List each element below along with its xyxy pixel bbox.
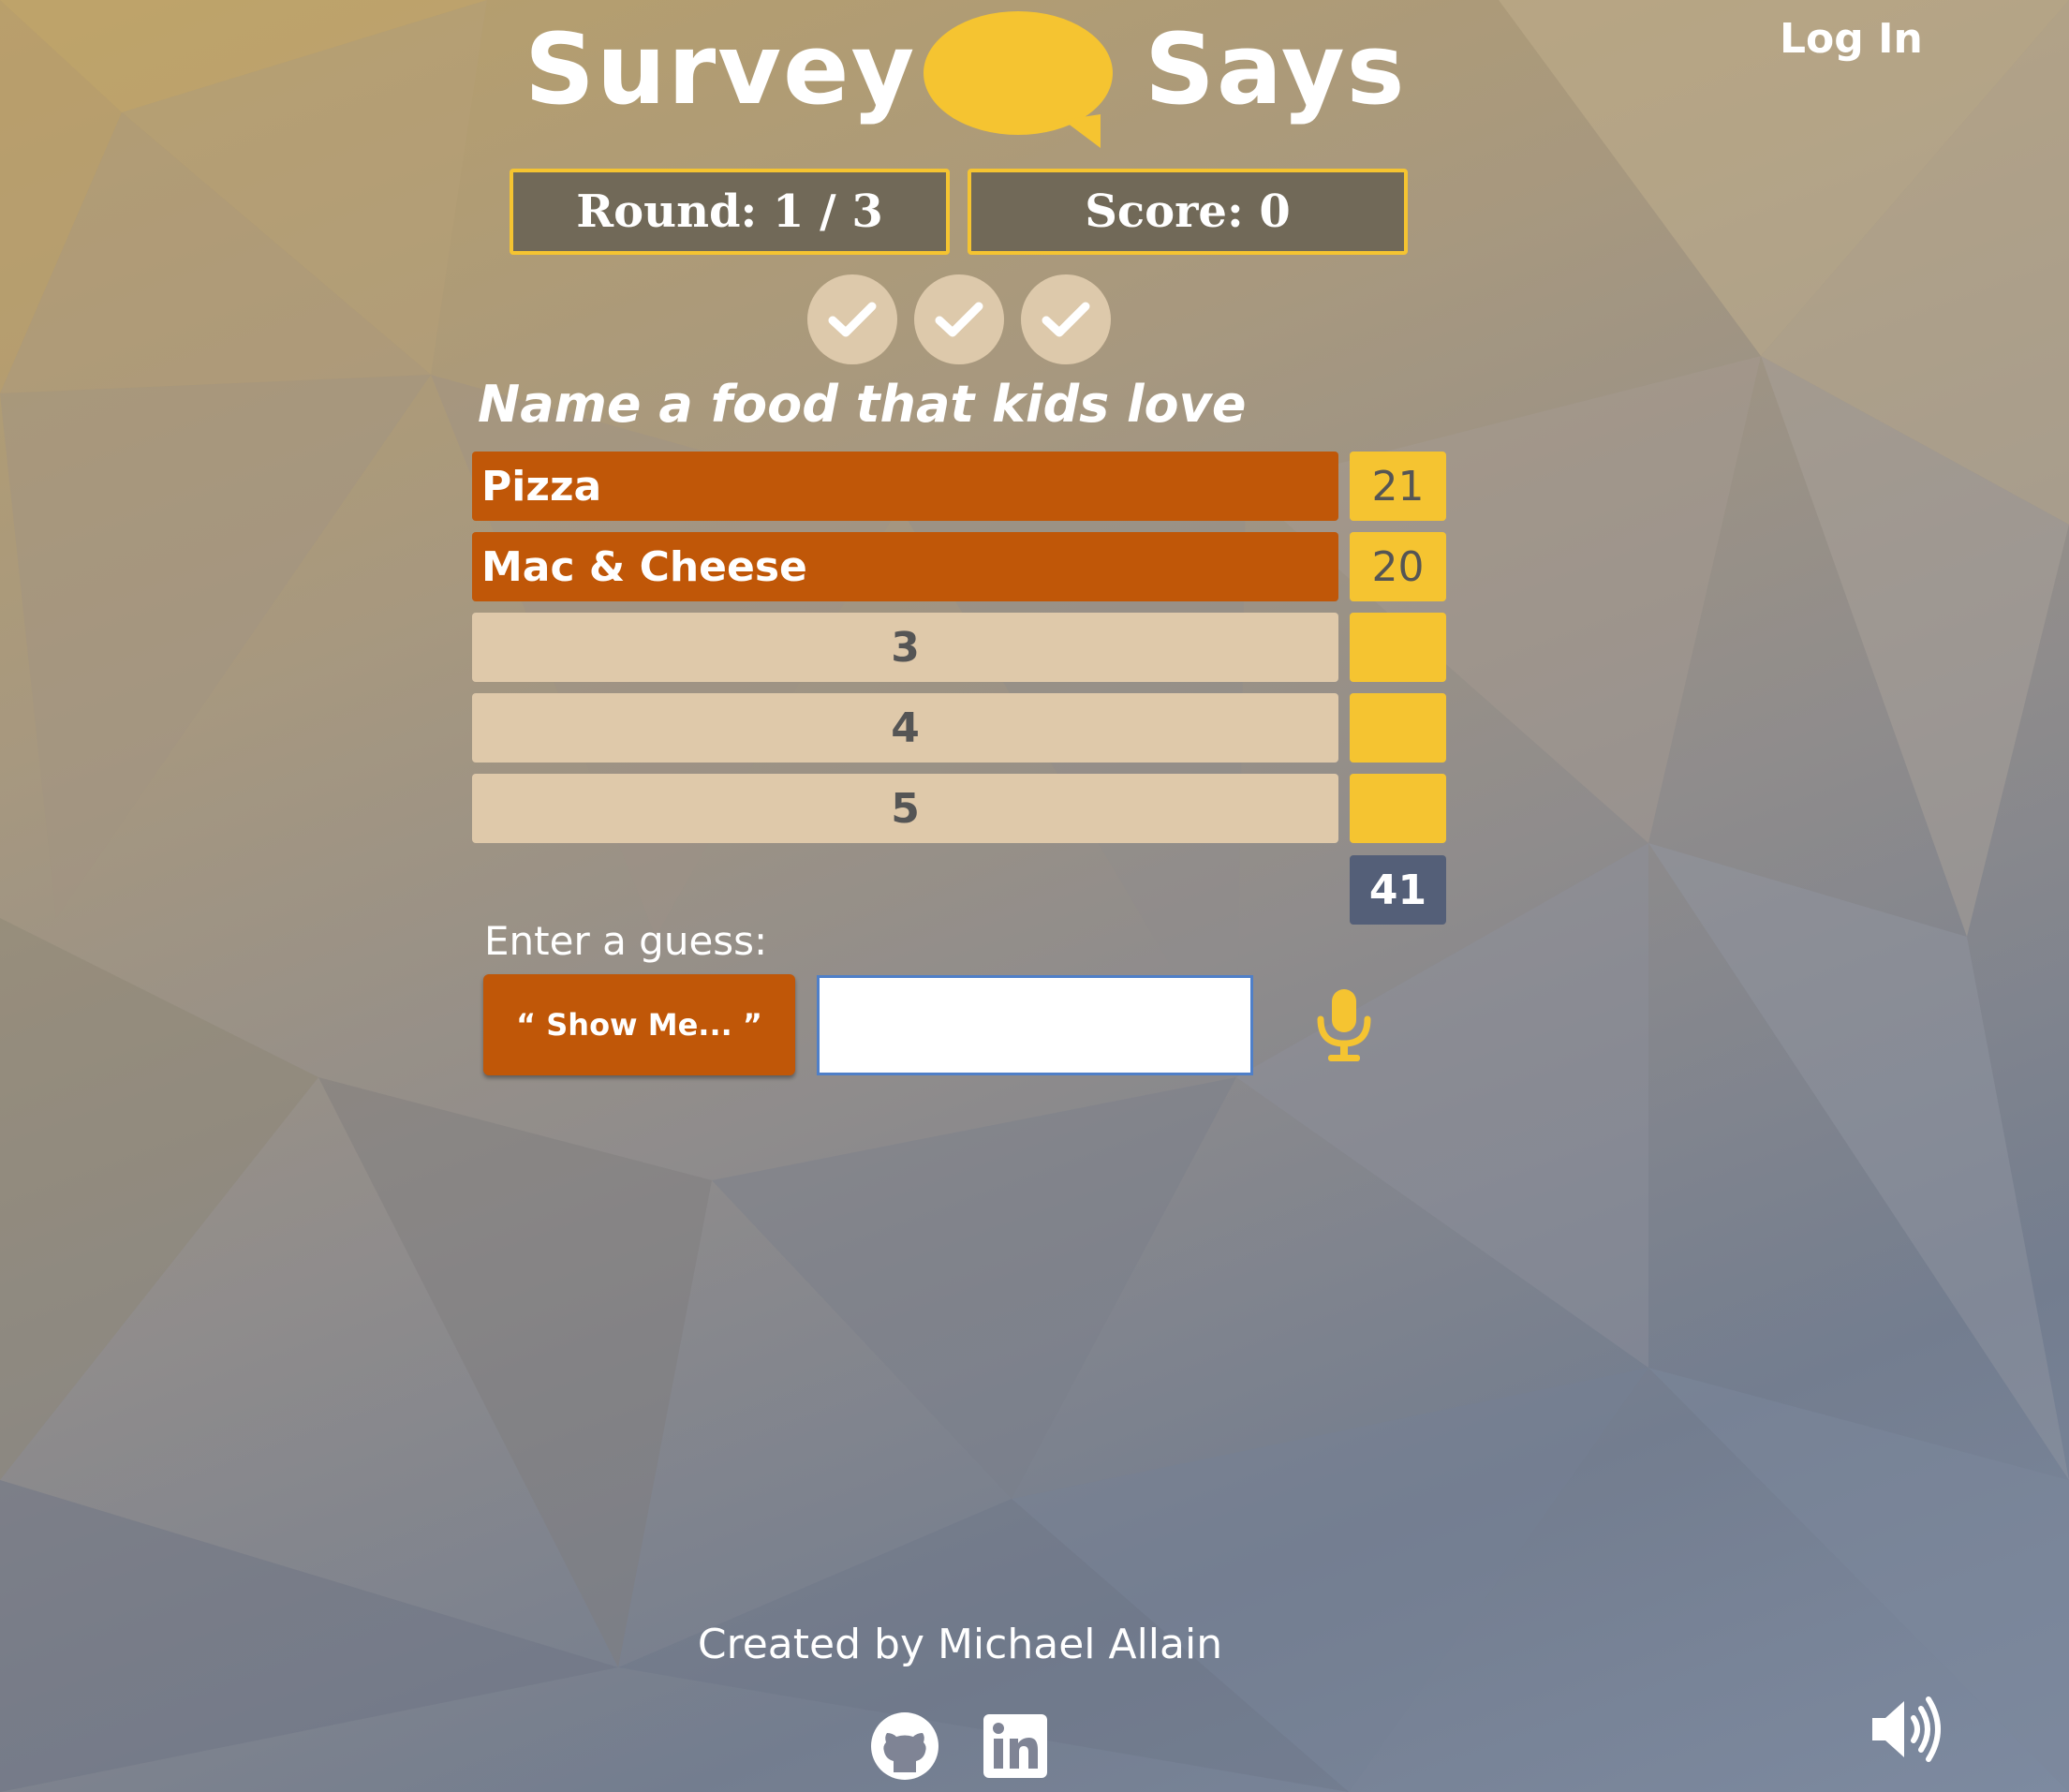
answer-row-5: 5 xyxy=(472,774,1338,843)
answer-points xyxy=(1350,613,1446,682)
round-indicator: Round: 1 / 3 xyxy=(510,169,950,255)
show-me-button[interactable]: “ Show Me... ” xyxy=(483,974,795,1075)
guess-input[interactable] xyxy=(817,975,1253,1075)
footer-credit: Created by Michael Allain xyxy=(697,1621,1223,1668)
login-link[interactable]: Log In xyxy=(1780,15,1923,63)
answer-number: 4 xyxy=(891,703,920,752)
answer-row-2: Mac & Cheese xyxy=(472,532,1338,601)
answer-row-3: 3 xyxy=(472,613,1338,682)
answer-row-1: Pizza xyxy=(472,452,1338,521)
speaker-volume-icon[interactable] xyxy=(1869,1694,1949,1765)
score-indicator: Score: 0 xyxy=(968,169,1408,255)
answer-points: 21 xyxy=(1350,452,1446,521)
strike-indicator xyxy=(914,274,1004,364)
github-icon[interactable] xyxy=(867,1709,942,1784)
answer-points xyxy=(1350,693,1446,763)
survey-question: Name a food that kids love xyxy=(478,375,1247,434)
check-icon xyxy=(935,302,983,337)
strike-indicator xyxy=(807,274,897,364)
answer-points: 20 xyxy=(1350,532,1446,601)
background-pattern xyxy=(0,0,2069,1792)
check-icon xyxy=(1042,302,1090,337)
answer-number: 5 xyxy=(891,784,920,833)
microphone-icon[interactable] xyxy=(1311,985,1377,1064)
answer-number: 3 xyxy=(891,623,920,672)
speech-bubble-logo-icon xyxy=(924,11,1113,148)
round-text: Round: 1 / 3 xyxy=(576,185,883,238)
linkedin-icon[interactable] xyxy=(978,1709,1053,1784)
answer-text: Pizza xyxy=(481,462,602,511)
logo-text-left: Survey xyxy=(525,12,917,126)
answer-points xyxy=(1350,774,1446,843)
check-icon xyxy=(828,302,877,337)
answer-row-4: 4 xyxy=(472,693,1338,763)
score-text: Score: 0 xyxy=(1085,185,1291,238)
logo-text-right: Says xyxy=(1145,12,1407,126)
total-points: 41 xyxy=(1350,855,1446,925)
guess-label: Enter a guess: xyxy=(484,918,768,964)
answer-text: Mac & Cheese xyxy=(481,542,807,591)
strike-indicator xyxy=(1021,274,1111,364)
